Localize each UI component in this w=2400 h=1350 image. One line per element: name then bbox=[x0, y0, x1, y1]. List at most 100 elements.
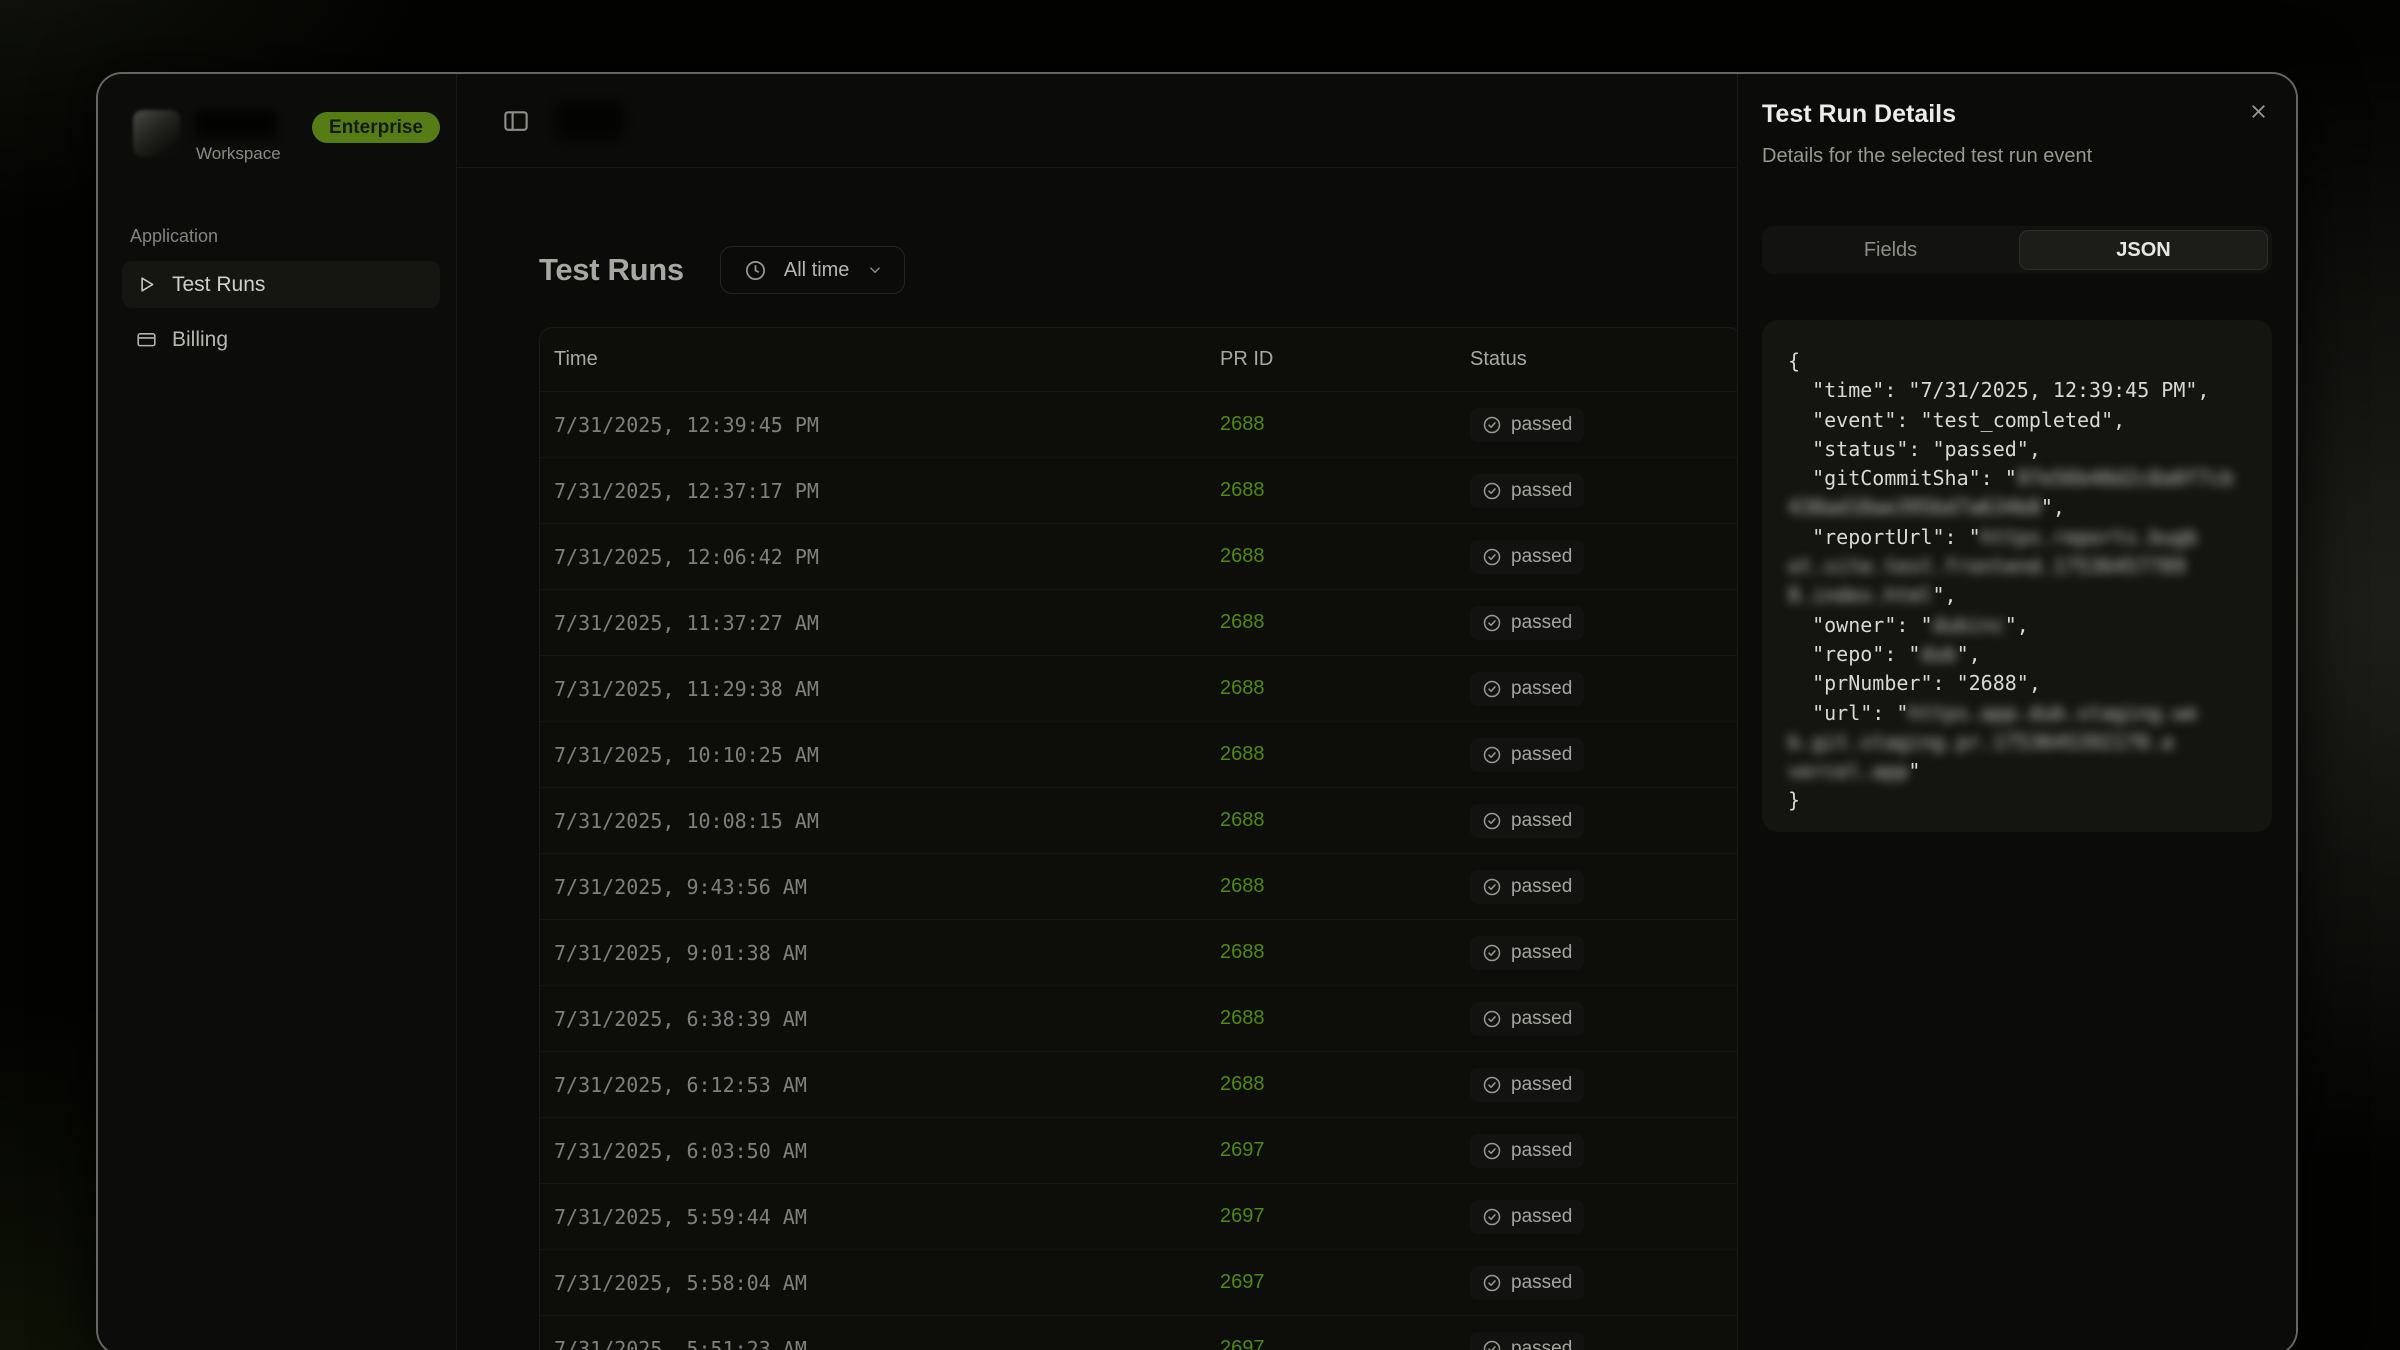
run-pr-id-link[interactable]: 2688 bbox=[1220, 479, 1265, 501]
run-time: 7/31/2025, 12:37:17 PM bbox=[540, 479, 1220, 503]
check-circle-icon bbox=[1482, 1339, 1502, 1350]
run-pr-id-link[interactable]: 2688 bbox=[1220, 875, 1265, 897]
redacted-text: dub bbox=[1920, 642, 1956, 666]
tab-json[interactable]: JSON bbox=[2019, 230, 2268, 270]
check-circle-icon bbox=[1482, 877, 1502, 897]
table-row[interactable]: 7/31/2025, 5:58:04 AM2697 passed bbox=[540, 1249, 1741, 1315]
column-header-time: Time bbox=[540, 348, 1220, 371]
run-pr-id-link[interactable]: 2688 bbox=[1220, 809, 1265, 831]
table-row[interactable]: 7/31/2025, 12:39:45 PM2688passed bbox=[540, 391, 1741, 457]
panel-title: Test Run Details bbox=[1762, 100, 2272, 129]
json-line: "event": "test_completed", bbox=[1788, 406, 2272, 435]
run-pr-id-link[interactable]: 2697 bbox=[1220, 1139, 1265, 1161]
sidebar-item-label: Billing bbox=[172, 328, 228, 352]
status-text: passed bbox=[1511, 414, 1572, 436]
redacted-text: ot.site.test.frontend.17536457789 bbox=[1788, 554, 2185, 578]
check-circle-icon bbox=[1482, 943, 1502, 963]
play-icon bbox=[136, 274, 157, 295]
run-pr-id-link[interactable]: 2697 bbox=[1220, 1337, 1265, 1350]
json-line: "gitCommitSha": "97e56b48d2c8a0f7cb bbox=[1788, 464, 2272, 493]
json-line: 8.index.html", bbox=[1788, 581, 2272, 610]
topbar bbox=[457, 74, 1737, 168]
run-pr-id-link[interactable]: 2688 bbox=[1220, 1073, 1265, 1095]
table-row[interactable]: 7/31/2025, 5:59:44 AM2697passed bbox=[540, 1183, 1741, 1249]
run-time: 7/31/2025, 5:51:23 AM bbox=[540, 1337, 1220, 1350]
redacted-text: https.reports.bugb bbox=[1981, 525, 2198, 549]
table-row[interactable]: 7/31/2025, 10:08:15 AM2688passed bbox=[540, 787, 1741, 853]
table-row[interactable]: 7/31/2025, 12:37:17 PM2688 passed bbox=[540, 457, 1741, 523]
status-text: passed bbox=[1511, 612, 1572, 634]
run-pr-id-link[interactable]: 2697 bbox=[1220, 1205, 1265, 1227]
status-badge: passed bbox=[1470, 672, 1584, 706]
check-circle-icon bbox=[1482, 745, 1502, 765]
status-badge: passed bbox=[1470, 1134, 1584, 1168]
run-time: 7/31/2025, 12:06:42 PM bbox=[540, 545, 1220, 569]
chevron-down-icon bbox=[866, 261, 884, 279]
table-row[interactable]: 7/31/2025, 9:01:38 AM2688 passed bbox=[540, 919, 1741, 985]
run-time: 7/31/2025, 5:58:04 AM bbox=[540, 1271, 1220, 1295]
run-pr-id-link[interactable]: 2697 bbox=[1220, 1271, 1265, 1293]
status-text: passed bbox=[1511, 1074, 1572, 1096]
table-header: TimePR IDStatus bbox=[540, 328, 1741, 391]
json-line: b.git.staging.pr.1753645392170.a bbox=[1788, 728, 2272, 757]
status-text: passed bbox=[1511, 876, 1572, 898]
sidebar-nav: Test Runs Billing bbox=[122, 261, 440, 363]
table-row[interactable]: 7/31/2025, 11:29:38 AM2688 passed bbox=[540, 655, 1741, 721]
run-pr-id-link[interactable]: 2688 bbox=[1220, 677, 1265, 699]
json-line: { bbox=[1788, 347, 2272, 376]
status-text: passed bbox=[1511, 1272, 1572, 1294]
run-pr-id-link[interactable]: 2688 bbox=[1220, 545, 1265, 567]
table-row[interactable]: 7/31/2025, 11:37:27 AM2688passed bbox=[540, 589, 1741, 655]
status-badge: passed bbox=[1470, 1068, 1584, 1102]
run-time: 7/31/2025, 6:12:53 AM bbox=[540, 1073, 1220, 1097]
table-row[interactable]: 7/31/2025, 6:03:50 AM2697passed bbox=[540, 1117, 1741, 1183]
status-badge: passed bbox=[1470, 540, 1584, 574]
run-pr-id-link[interactable]: 2688 bbox=[1220, 743, 1265, 765]
close-panel-button[interactable] bbox=[2243, 96, 2274, 127]
table-row[interactable]: 7/31/2025, 9:43:56 AM2688passed bbox=[540, 853, 1741, 919]
workspace-name-redacted bbox=[196, 111, 276, 138]
check-circle-icon bbox=[1482, 481, 1502, 501]
sidebar-toggle-button[interactable] bbox=[501, 106, 531, 136]
status-badge: passed bbox=[1470, 870, 1584, 904]
table-row[interactable]: 7/31/2025, 10:10:25 AM2688passed bbox=[540, 721, 1741, 787]
run-pr-id-link[interactable]: 2688 bbox=[1220, 1007, 1265, 1029]
workspace-switcher[interactable]: Workspace Enterprise bbox=[122, 110, 440, 164]
table-body: 7/31/2025, 12:39:45 PM2688passed7/31/202… bbox=[540, 391, 1741, 1350]
json-line: "prNumber": "2688", bbox=[1788, 669, 2272, 698]
breadcrumb-redacted bbox=[557, 103, 623, 139]
check-circle-icon bbox=[1482, 415, 1502, 435]
json-line: "reportUrl": "https.reports.bugb bbox=[1788, 523, 2272, 552]
sidebar-item-test-runs[interactable]: Test Runs bbox=[122, 261, 440, 308]
table-row[interactable]: 7/31/2025, 6:12:53 AM2688 passed bbox=[540, 1051, 1741, 1117]
json-line: ot.site.test.frontend.17536457789 bbox=[1788, 552, 2272, 581]
main-area: Test Runs All time bbox=[457, 74, 1737, 1350]
redacted-text: 8.index.html bbox=[1788, 583, 1933, 607]
check-circle-icon bbox=[1482, 1141, 1502, 1161]
status-text: passed bbox=[1511, 1206, 1572, 1228]
time-filter-dropdown[interactable]: All time bbox=[720, 246, 906, 294]
status-text: passed bbox=[1511, 546, 1572, 568]
redacted-text: 438ad10ae395bd7a634b8 bbox=[1788, 495, 2041, 519]
test-run-details-panel: Test Run Details Details for the selecte… bbox=[1737, 74, 2296, 1350]
sidebar-section-label: Application bbox=[130, 226, 440, 247]
table-row[interactable]: 7/31/2025, 6:38:39 AM2688passed bbox=[540, 985, 1741, 1051]
run-pr-id-link[interactable]: 2688 bbox=[1220, 611, 1265, 633]
status-badge: passed bbox=[1470, 1266, 1584, 1300]
sidebar-item-billing[interactable]: Billing bbox=[122, 316, 440, 363]
run-pr-id-link[interactable]: 2688 bbox=[1220, 941, 1265, 963]
json-line: "time": "7/31/2025, 12:39:45 PM", bbox=[1788, 376, 2272, 405]
table-row[interactable]: 7/31/2025, 5:51:23 AM2697passed bbox=[540, 1315, 1741, 1350]
run-time: 7/31/2025, 11:29:38 AM bbox=[540, 677, 1220, 701]
table-row[interactable]: 7/31/2025, 12:06:42 PM2688 passed bbox=[540, 523, 1741, 589]
status-text: passed bbox=[1511, 1008, 1572, 1030]
json-line: "repo": "dub", bbox=[1788, 640, 2272, 669]
run-pr-id-link[interactable]: 2688 bbox=[1220, 413, 1265, 435]
status-badge: passed bbox=[1470, 474, 1584, 508]
run-time: 7/31/2025, 9:01:38 AM bbox=[540, 941, 1220, 965]
status-text: passed bbox=[1511, 942, 1572, 964]
sidebar: Workspace Enterprise Application Test Ru… bbox=[98, 74, 457, 1350]
test-runs-table: TimePR IDStatus 7/31/2025, 12:39:45 PM26… bbox=[539, 327, 1742, 1350]
tab-fields[interactable]: Fields bbox=[1766, 230, 2015, 270]
check-circle-icon bbox=[1482, 1009, 1502, 1029]
